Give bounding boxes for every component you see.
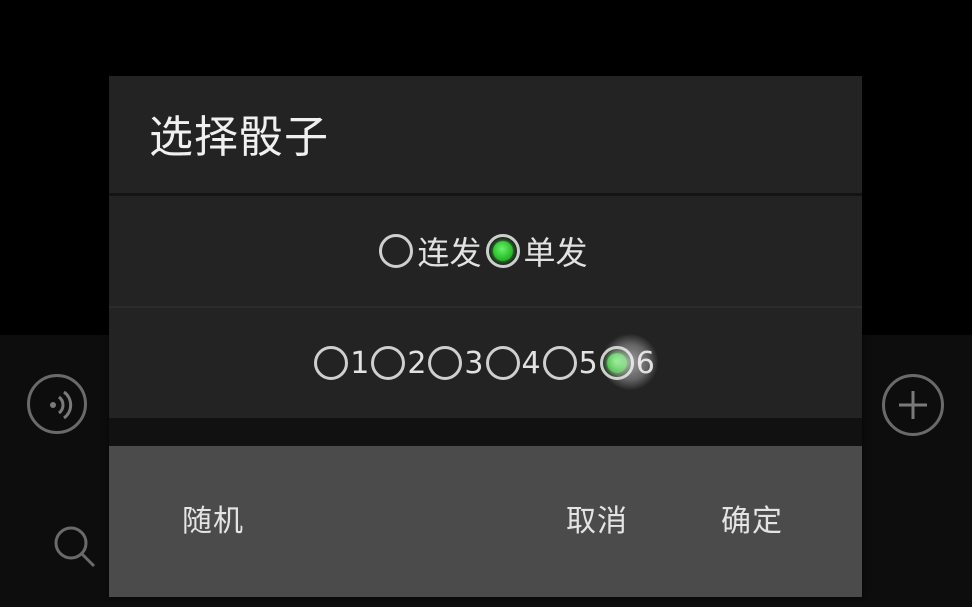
dialog-title: 选择骰子 xyxy=(149,112,329,163)
radio-unchecked-icon[interactable] xyxy=(314,346,349,380)
radio-checked-icon[interactable] xyxy=(485,234,520,268)
radio-unchecked-icon[interactable] xyxy=(485,346,520,380)
dice-option-6[interactable]: 6 xyxy=(599,345,657,381)
dice-option-label: 4 xyxy=(521,345,541,381)
radio-unchecked-icon[interactable] xyxy=(542,346,577,380)
dice-radio-group: 1 2 3 4 5 6 xyxy=(109,308,862,418)
select-dice-dialog: 选择骰子 连发 单发 1 2 3 4 5 6 随机 取消 确定 xyxy=(109,76,862,597)
ok-button[interactable]: 确定 xyxy=(721,446,783,597)
random-button[interactable]: 随机 xyxy=(182,446,244,597)
voice-icon[interactable] xyxy=(27,374,87,434)
plus-icon[interactable] xyxy=(882,374,944,436)
screen: 选择骰子 连发 单发 1 2 3 4 5 6 随机 取消 确定 xyxy=(0,0,972,607)
dice-option-label: 1 xyxy=(350,345,370,381)
dice-option-label: 3 xyxy=(464,345,484,381)
dice-option-label: 5 xyxy=(578,345,598,381)
radio-checked-icon[interactable] xyxy=(599,346,634,380)
dice-option-label: 2 xyxy=(407,345,427,381)
dice-option-4[interactable]: 4 xyxy=(485,345,543,381)
mode-radio-group: 连发 单发 xyxy=(109,196,862,306)
cancel-button[interactable]: 取消 xyxy=(566,446,628,597)
dice-option-1[interactable]: 1 xyxy=(314,346,371,381)
dice-option-5[interactable]: 5 xyxy=(542,345,600,381)
radio-unchecked-icon[interactable] xyxy=(371,346,406,380)
mode-option-single[interactable]: 单发 xyxy=(485,228,592,274)
mode-option-label: 连发 xyxy=(417,234,482,272)
mode-option-burst[interactable]: 连发 xyxy=(379,228,485,274)
dialog-button-bar: 随机 取消 确定 xyxy=(109,446,862,597)
radio-unchecked-icon[interactable] xyxy=(428,346,463,380)
search-icon[interactable] xyxy=(50,522,100,572)
dice-option-3[interactable]: 3 xyxy=(428,346,485,381)
mode-option-label: 单发 xyxy=(523,234,588,272)
dialog-spacer xyxy=(109,418,862,446)
dice-option-label: 6 xyxy=(635,345,655,381)
radio-unchecked-icon[interactable] xyxy=(379,234,414,268)
dice-option-2[interactable]: 2 xyxy=(371,346,428,381)
